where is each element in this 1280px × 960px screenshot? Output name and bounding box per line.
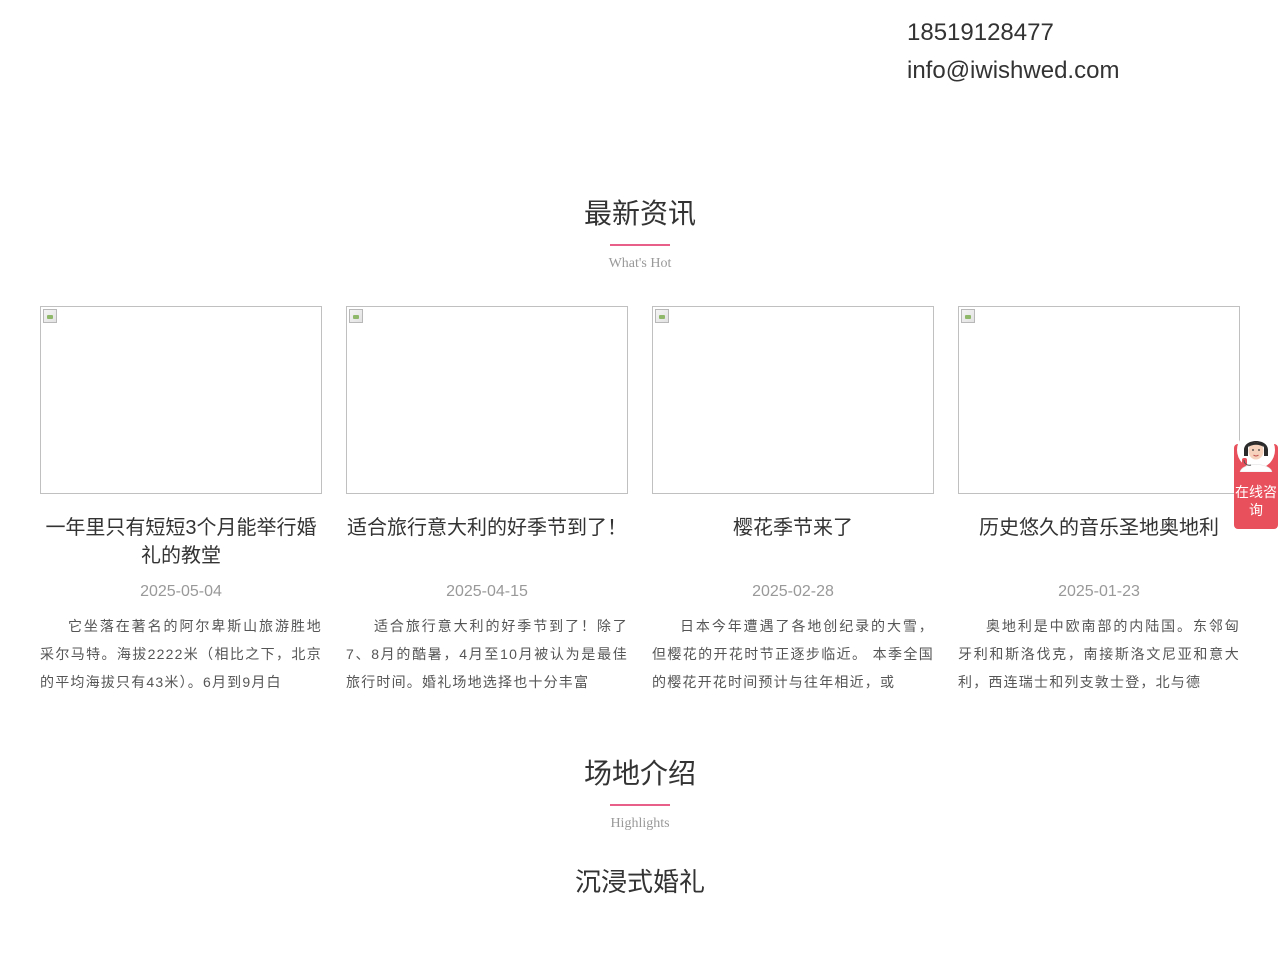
broken-image-icon (349, 309, 363, 323)
online-consult-label[interactable]: 在线咨询 (1234, 483, 1278, 519)
news-date: 2025-05-04 (140, 583, 222, 600)
news-excerpt: 奥地利是中欧南部的内陆国。东邻匈牙利和斯洛伐克，南接斯洛文尼亚和意大利，西连瑞士… (958, 618, 1240, 690)
venue-section-divider (610, 804, 670, 806)
venue-feature-title: 沉浸式婚礼 (574, 867, 705, 897)
news-thumbnail[interactable] (40, 306, 322, 494)
news-title[interactable]: 樱花季节来了 (652, 514, 934, 570)
news-title[interactable]: 历史悠久的音乐圣地奥地利 (958, 514, 1240, 570)
news-card[interactable]: 历史悠久的音乐圣地奥地利 2025-01-23 奥地利是中欧南部的内陆国。东邻匈… (958, 306, 1240, 696)
venue-section-title: 场地介绍 (583, 758, 696, 789)
news-thumbnail[interactable] (958, 306, 1240, 494)
news-date: 2025-02-28 (752, 583, 834, 600)
news-card[interactable]: 樱花季节来了 2025-02-28 日本今年遭遇了各地创纪录的大雪，但樱花的开花… (652, 306, 934, 696)
news-excerpt: 日本今年遭遇了各地创纪录的大雪，但樱花的开花时节正逐步临近。 本季全国的樱花开花… (652, 618, 934, 690)
broken-image-icon (43, 309, 57, 323)
news-card[interactable]: 一年里只有短短3个月能举行婚礼的教堂 2025-05-04 它坐落在著名的阿尔卑… (40, 306, 322, 696)
news-section-divider (610, 244, 670, 246)
news-section-subtitle: What's Hot (608, 256, 672, 271)
online-consult-button[interactable]: 在线咨询 (1234, 430, 1278, 529)
news-title[interactable]: 适合旅行意大利的好季节到了！ (346, 514, 628, 570)
broken-image-icon (655, 309, 669, 323)
news-card[interactable]: 适合旅行意大利的好季节到了！ 2025-04-15 适合旅行意大利的好季节到了！… (346, 306, 628, 696)
customer-service-avatar-icon (1237, 431, 1275, 472)
news-title[interactable]: 一年里只有短短3个月能举行婚礼的教堂 (40, 514, 322, 570)
broken-image-icon (961, 309, 975, 323)
news-list: 一年里只有短短3个月能举行婚礼的教堂 2025-05-04 它坐落在著名的阿尔卑… (40, 306, 1240, 696)
news-section-title: 最新资讯 (583, 198, 696, 229)
news-excerpt: 适合旅行意大利的好季节到了！除了7、8月的酷暑，4月至10月被认为是最佳旅行时间… (346, 618, 628, 690)
news-section-header: 最新资讯 What's Hot (0, 196, 1280, 272)
contact-info: 18519128477 info@iwishwed.com (907, 14, 1119, 90)
news-date: 2025-01-23 (1058, 583, 1140, 600)
news-excerpt: 它坐落在著名的阿尔卑斯山旅游胜地采尔马特。海拔2222米（相比之下，北京的平均海… (40, 618, 322, 690)
news-thumbnail[interactable] (346, 306, 628, 494)
news-date: 2025-04-15 (446, 583, 528, 600)
news-thumbnail[interactable] (652, 306, 934, 494)
contact-phone[interactable]: 18519128477 (907, 14, 1119, 52)
contact-email[interactable]: info@iwishwed.com (907, 52, 1119, 90)
venue-section-header: 场地介绍 Highlights (0, 756, 1280, 832)
venue-section-subtitle: Highlights (610, 816, 670, 831)
